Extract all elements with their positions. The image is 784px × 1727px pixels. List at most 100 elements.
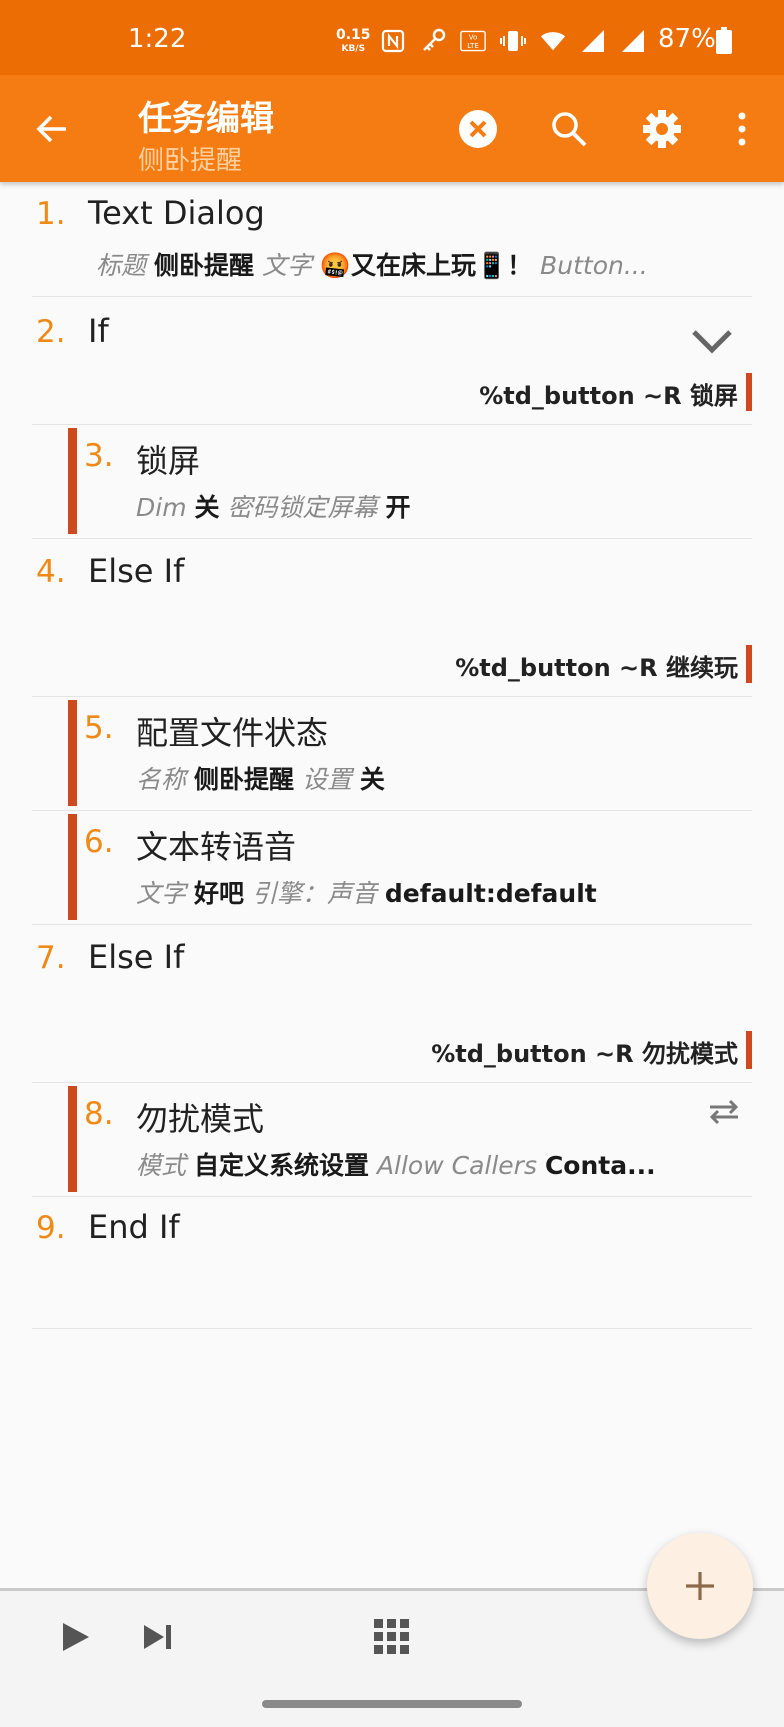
param-value: 🤬又在床上玩📱！ — [319, 251, 533, 280]
action-row-4[interactable]: 4. Else If %td_button ~R 继续玩 — [32, 538, 752, 697]
param-key: 设置 — [301, 765, 352, 794]
action-number: 5. — [84, 710, 114, 746]
action-params: Dim 关 密码锁定屏幕 开 — [136, 488, 410, 524]
step-button[interactable] — [140, 1620, 174, 1654]
action-name: End If — [88, 1208, 180, 1246]
status-time: 1:22 — [128, 24, 187, 54]
action-params: 模式 自定义系统设置 Allow Callers Conta... — [136, 1146, 656, 1182]
action-number: 8. — [84, 1096, 114, 1132]
action-number: 7. — [36, 940, 66, 976]
action-params: 名称 侧卧提醒 设置 关 — [136, 760, 385, 796]
battery-icon — [716, 27, 732, 54]
param-value: 好吧 — [193, 879, 244, 908]
wifi-icon — [540, 28, 566, 54]
action-name: Else If — [88, 552, 185, 590]
action-row-3[interactable]: 3. 锁屏 Dim 关 密码锁定屏幕 开 — [32, 424, 752, 539]
action-name: If — [88, 312, 109, 350]
net-speed-value: 0.15 — [336, 27, 371, 43]
arrow-left-icon — [36, 115, 66, 143]
condition-label: %td_button ~R 继续玩 — [455, 645, 752, 683]
chevron-down-icon — [692, 330, 732, 354]
status-icons: Vo LTE — [380, 26, 646, 56]
action-name: 文本转语音 — [136, 828, 297, 866]
param-key: 模式 — [136, 1151, 187, 1180]
settings-button[interactable] — [640, 107, 684, 151]
action-number: 9. — [36, 1210, 66, 1246]
condition-label: %td_button ~R 锁屏 — [479, 373, 752, 411]
search-button[interactable] — [547, 107, 591, 151]
action-number: 1. — [36, 196, 66, 232]
action-name: 勿扰模式 — [136, 1100, 265, 1138]
more-options-button[interactable] — [720, 107, 764, 151]
action-row-9[interactable]: 9. End If — [32, 1196, 752, 1329]
param-value: 侧卧提醒 — [153, 251, 254, 280]
action-params: 标题 侧卧提醒 文字 🤬又在床上玩📱！ Button... — [96, 246, 648, 282]
indent-bar — [68, 700, 77, 806]
action-params: 文字 好吧 引擎：声音 default:default — [136, 874, 597, 910]
action-number: 3. — [84, 438, 114, 474]
indent-bar — [68, 814, 77, 920]
close-circle-icon — [459, 110, 497, 148]
action-row-1[interactable]: 1. Text Dialog 标题 侧卧提醒 文字 🤬又在床上玩📱！ Butto… — [32, 182, 752, 297]
status-bar: 1:22 0.15 KB/S Vo LTE 87% — [0, 0, 784, 75]
param-key: 密码锁定屏幕 — [227, 493, 378, 522]
param-key: 文字 — [261, 251, 312, 280]
param-key: Button... — [540, 251, 648, 280]
search-icon — [552, 112, 587, 147]
action-row-8[interactable]: 8. 勿扰模式 模式 自定义系统设置 Allow Callers Conta..… — [32, 1082, 752, 1197]
vibrate-icon — [500, 28, 526, 54]
page-subtitle: 侧卧提醒 — [138, 146, 243, 176]
param-value: 关 — [194, 493, 220, 522]
swap-horiz-icon — [709, 1099, 739, 1125]
play-button[interactable] — [58, 1620, 92, 1654]
cancel-button[interactable] — [456, 107, 500, 151]
skip-next-icon — [144, 1625, 171, 1649]
action-number: 2. — [36, 314, 66, 350]
param-value: Conta... — [544, 1151, 656, 1180]
gear-icon — [643, 110, 681, 148]
nfc-icon — [380, 28, 406, 54]
page-title: 任务编辑 — [138, 99, 274, 139]
play-icon — [63, 1623, 89, 1651]
action-name: 配置文件状态 — [136, 714, 329, 752]
action-name: 锁屏 — [136, 442, 201, 480]
indent-bar — [68, 1086, 77, 1192]
param-value: default:default — [384, 879, 597, 908]
action-row-5[interactable]: 5. 配置文件状态 名称 侧卧提醒 设置 关 — [32, 696, 752, 811]
action-number: 4. — [36, 554, 66, 590]
param-value: 侧卧提醒 — [193, 765, 294, 794]
action-row-2[interactable]: 2. If %td_button ~R 锁屏 — [32, 296, 752, 425]
action-name: Text Dialog — [88, 194, 265, 232]
battery-percent: 87% — [658, 24, 716, 54]
param-key: Dim — [136, 493, 187, 522]
signal-icon — [620, 28, 646, 54]
plus-icon — [686, 1572, 714, 1600]
indent-bar — [68, 428, 77, 534]
action-number: 6. — [84, 824, 114, 860]
home-indicator[interactable] — [262, 1700, 522, 1708]
net-speed-unit: KB/S — [341, 44, 366, 54]
svg-text:Vo: Vo — [469, 33, 477, 41]
condition-label: %td_button ~R 勿扰模式 — [431, 1031, 752, 1069]
volte-icon: Vo LTE — [460, 28, 486, 54]
action-row-7[interactable]: 7. Else If %td_button ~R 勿扰模式 — [32, 924, 752, 1083]
param-key: 引擎：声音 — [251, 879, 377, 908]
more-vert-icon — [738, 112, 746, 146]
svg-text:LTE: LTE — [467, 42, 479, 50]
key-icon — [420, 28, 446, 54]
back-button[interactable] — [34, 111, 70, 147]
app-bar: 任务编辑 侧卧提醒 — [0, 75, 784, 182]
signal-icon — [580, 28, 606, 54]
param-key: 标题 — [96, 251, 147, 280]
toggle-swap-button[interactable] — [708, 1098, 740, 1126]
param-key: 名称 — [136, 765, 187, 794]
param-value: 自定义系统设置 — [193, 1151, 369, 1180]
param-key: 文字 — [136, 879, 187, 908]
collapse-button[interactable] — [690, 326, 734, 356]
grid-menu-button[interactable] — [373, 1618, 411, 1656]
net-speed: 0.15 KB/S — [336, 28, 371, 56]
action-row-6[interactable]: 6. 文本转语音 文字 好吧 引擎：声音 default:default — [32, 810, 752, 925]
grid-icon — [374, 1619, 409, 1654]
add-action-button[interactable] — [647, 1533, 753, 1639]
param-value: 关 — [359, 765, 385, 794]
